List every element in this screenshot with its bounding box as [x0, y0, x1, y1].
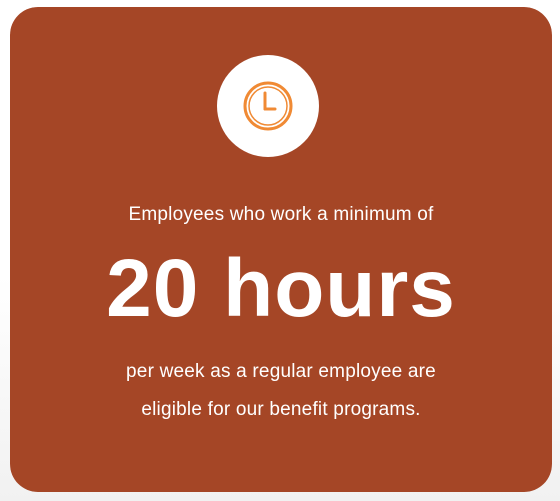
eligibility-lead-text: Employees who work a minimum of — [128, 204, 434, 225]
detail-line-2: eligible for our benefit programs. — [141, 399, 421, 420]
eligibility-card: Employees who work a minimum of 20 hours… — [10, 7, 552, 492]
clock-icon-badge — [217, 55, 319, 157]
eligibility-detail-text: per week as a regular employee are eligi… — [10, 353, 552, 429]
clock-icon — [243, 81, 293, 131]
minimum-hours-headline: 20 hours — [106, 243, 456, 334]
detail-line-1: per week as a regular employee are — [126, 361, 436, 382]
